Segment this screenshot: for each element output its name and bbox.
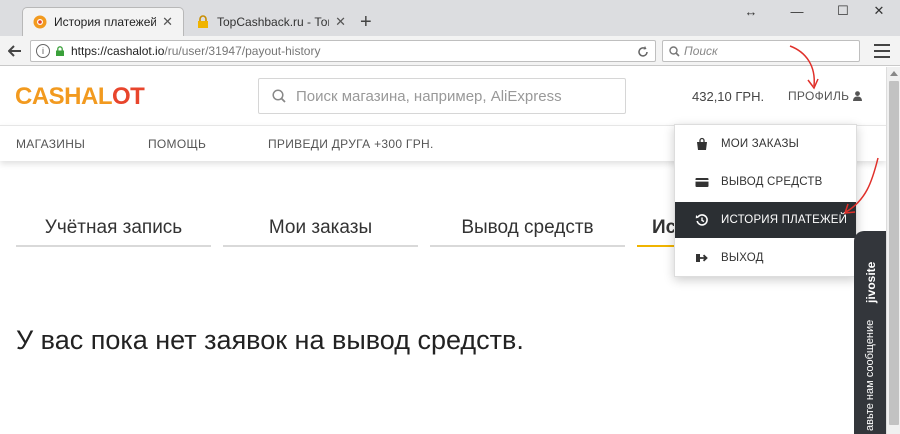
cashalot-favicon-icon (33, 15, 47, 29)
browser-tab-active[interactable]: История платежей | Cash... ✕ (22, 7, 184, 36)
browser-tab-title: TopCashback.ru - Топ лу... (217, 14, 329, 29)
browser-tab-title: История платежей | Cash... (54, 15, 157, 29)
menu-item-invite-friend[interactable]: ПРИВЕДИ ДРУГА +300 ГРН. (268, 137, 434, 151)
tab-close-icon[interactable]: ✕ (335, 14, 346, 30)
close-window-button[interactable]: ✕ (856, 0, 900, 22)
dropdown-label: ВЫХОД (721, 252, 764, 264)
new-tab-button[interactable]: + (360, 12, 372, 32)
resize-icon: ↔ (744, 3, 758, 19)
back-button[interactable] (4, 41, 26, 61)
search-icon (669, 45, 680, 57)
user-icon (853, 91, 863, 101)
site-search-input[interactable] (296, 87, 616, 105)
lock-favicon-icon (198, 14, 208, 28)
info-icon[interactable]: i (36, 44, 50, 58)
back-arrow-icon (8, 45, 21, 57)
card-icon (695, 178, 709, 187)
dropdown-item-withdrawal[interactable]: ВЫВОД СРЕДСТВ (675, 164, 856, 200)
bag-icon (697, 137, 707, 150)
menu-item-shops[interactable]: МАГАЗИНЫ (16, 137, 85, 151)
history-icon (695, 214, 708, 226)
profile-label: ПРОФИЛЬ (788, 89, 850, 103)
menu-item-help[interactable]: ПОМОЩЬ (148, 137, 206, 151)
cashalot-logo[interactable]: CASHALOT (15, 83, 145, 111)
reload-icon[interactable] (637, 45, 649, 59)
dropdown-item-my-orders[interactable]: МОИ ЗАКАЗЫ (675, 126, 856, 162)
jivosite-subtitle: авьте нам сообщение (864, 319, 876, 431)
browser-tab-inactive[interactable]: TopCashback.ru - Топ лу... ✕ (186, 7, 356, 36)
dropdown-label: ВЫВОД СРЕДСТВ (721, 176, 823, 188)
scroll-up-arrow-icon[interactable] (890, 71, 898, 76)
browser-search-bar[interactable]: Поиск (662, 40, 860, 62)
tab-close-icon[interactable]: ✕ (162, 14, 173, 30)
profile-dropdown: МОИ ЗАКАЗЫ ВЫВОД СРЕДСТВ ИСТОРИЯ ПЛАТЕЖЕ… (674, 124, 857, 277)
lock-icon (56, 46, 64, 56)
search-icon (272, 89, 286, 103)
dropdown-item-payment-history[interactable]: ИСТОРИЯ ПЛАТЕЖЕЙ (675, 202, 856, 238)
url-path: /ru/user/31947/payout-history (164, 44, 321, 58)
url-host: https://cashalot.io (71, 44, 165, 58)
jivosite-chat-widget[interactable]: jivosite авьте нам сообщение (854, 231, 886, 434)
profile-button[interactable]: ПРОФИЛЬ (788, 89, 863, 103)
browser-nav-bar: i https://cashalot.io/ru/user/31947/payo… (0, 36, 900, 66)
dropdown-label: ИСТОРИЯ ПЛАТЕЖЕЙ (721, 214, 848, 226)
dropdown-label: МОИ ЗАКАЗЫ (721, 138, 799, 150)
site-search-box (258, 78, 626, 114)
empty-state-message: У вас пока нет заявок на вывод средств. (16, 325, 524, 355)
url-bar[interactable]: i https://cashalot.io/ru/user/31947/payo… (30, 40, 656, 62)
tab-my-orders[interactable]: Мои заказы (223, 217, 418, 247)
site-header: CASHALOT 432,10 ГРН. ПРОФИЛЬ (0, 67, 886, 125)
tab-withdrawal[interactable]: Вывод средств (430, 217, 625, 247)
menu-icon[interactable] (874, 44, 890, 58)
minimize-button[interactable]: — (774, 0, 820, 22)
tab-account[interactable]: Учётная запись (16, 217, 211, 247)
balance-amount: 432,10 ГРН. (692, 89, 765, 104)
jivosite-title: jivosite (864, 261, 878, 303)
browser-tab-bar: История платежей | Cash... ✕ TopCashback… (0, 0, 900, 36)
logout-icon (696, 254, 708, 262)
page-content: CASHALOT 432,10 ГРН. ПРОФИЛЬ МАГАЗИНЫ ПО… (0, 67, 886, 434)
browser-search-placeholder: Поиск (684, 44, 718, 58)
dropdown-item-logout[interactable]: ВЫХОД (675, 240, 856, 276)
scrollbar-thumb[interactable] (889, 81, 899, 425)
page-scrollbar[interactable] (886, 67, 900, 434)
